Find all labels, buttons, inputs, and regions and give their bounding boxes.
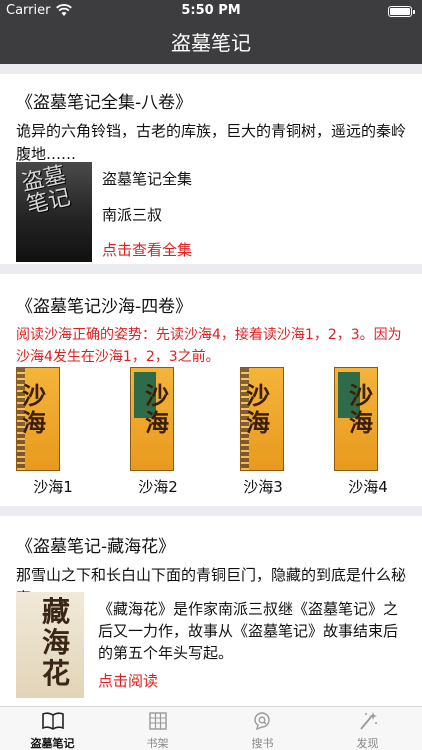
tab-label: 书架 <box>146 737 169 750</box>
nav-bar: 盗墓笔记 <box>0 22 422 64</box>
bookshelf-icon <box>149 712 167 730</box>
magic-wand-icon <box>360 712 377 730</box>
reading-order-note: 阅读沙海正确的姿势：先读沙海4，接着读沙海1，2，3。因为沙海4发生在沙海1，2… <box>16 327 402 365</box>
shahai-3-cover[interactable]: 沙海 <box>240 367 284 471</box>
section-description: 诡异的六角铃铛，古老的库族，巨大的青铜树，遥远的秦岭腹地…… <box>16 122 407 163</box>
cover-title-text: 沙海 <box>349 381 373 437</box>
tab-label: 盗墓笔记 <box>30 737 75 750</box>
tab-bookshelf[interactable]: 书架 <box>105 707 210 750</box>
page-title: 盗墓笔记 <box>171 31 251 55</box>
cover-title-text: 盗墓笔记 <box>19 162 73 219</box>
section-title: 《盗墓笔记沙海-四卷》 <box>16 297 193 317</box>
book-author: 南派三叔 <box>102 206 163 224</box>
cover-title-text: 沙海 <box>145 381 169 437</box>
book-name: 盗墓笔记全集 <box>102 170 193 188</box>
battery-icon <box>388 6 415 17</box>
shahai-2-cover[interactable]: 沙海 <box>130 367 174 471</box>
status-bar: Carrier 5:50 PM <box>0 0 422 22</box>
shahai-1-label[interactable]: 沙海1 <box>13 476 93 497</box>
cover-title-text: 藏海花 <box>42 595 71 690</box>
card-complete-collection[interactable]: 《盗墓笔记全集-八卷》 诡异的六角铃铛，古老的库族，巨大的青铜树，遥远的秦岭腹地… <box>0 74 422 264</box>
tab-bar: 盗墓笔记 书架 搜书 发现 <box>0 706 422 750</box>
status-time: 5:50 PM <box>181 3 241 18</box>
tab-label: 搜书 <box>251 737 274 750</box>
shahai-4-label[interactable]: 沙海4 <box>328 476 408 497</box>
search-icon <box>254 712 270 731</box>
shahai-4-cover[interactable]: 沙海 <box>334 367 378 471</box>
canghaihua-cover[interactable]: 藏海花 <box>16 592 84 698</box>
book-cover-image[interactable]: 盗墓笔记 <box>16 162 92 262</box>
shahai-3-label[interactable]: 沙海3 <box>223 476 303 497</box>
cover-title-text: 沙海 <box>22 381 46 437</box>
tab-search[interactable]: 搜书 <box>210 707 315 750</box>
view-collection-link[interactable]: 点击查看全集 <box>102 239 192 260</box>
book-summary: 《藏海花》是作家南派三叔继《盗墓笔记》之后又一力作，故事从《盗墓笔记》故事结束后… <box>98 600 399 662</box>
book-open-icon <box>42 712 64 730</box>
tab-daomu[interactable]: 盗墓笔记 <box>0 707 105 750</box>
section-title: 《盗墓笔记-藏海花》 <box>16 537 176 557</box>
tab-discover[interactable]: 发现 <box>315 707 420 750</box>
tab-label: 发现 <box>356 737 379 750</box>
read-now-link[interactable]: 点击阅读 <box>98 670 158 691</box>
section-title: 《盗墓笔记全集-八卷》 <box>16 93 193 113</box>
cover-title-text: 沙海 <box>246 381 270 437</box>
shahai-2-label[interactable]: 沙海2 <box>118 476 198 497</box>
shahai-1-cover[interactable]: 沙海 <box>16 367 60 471</box>
